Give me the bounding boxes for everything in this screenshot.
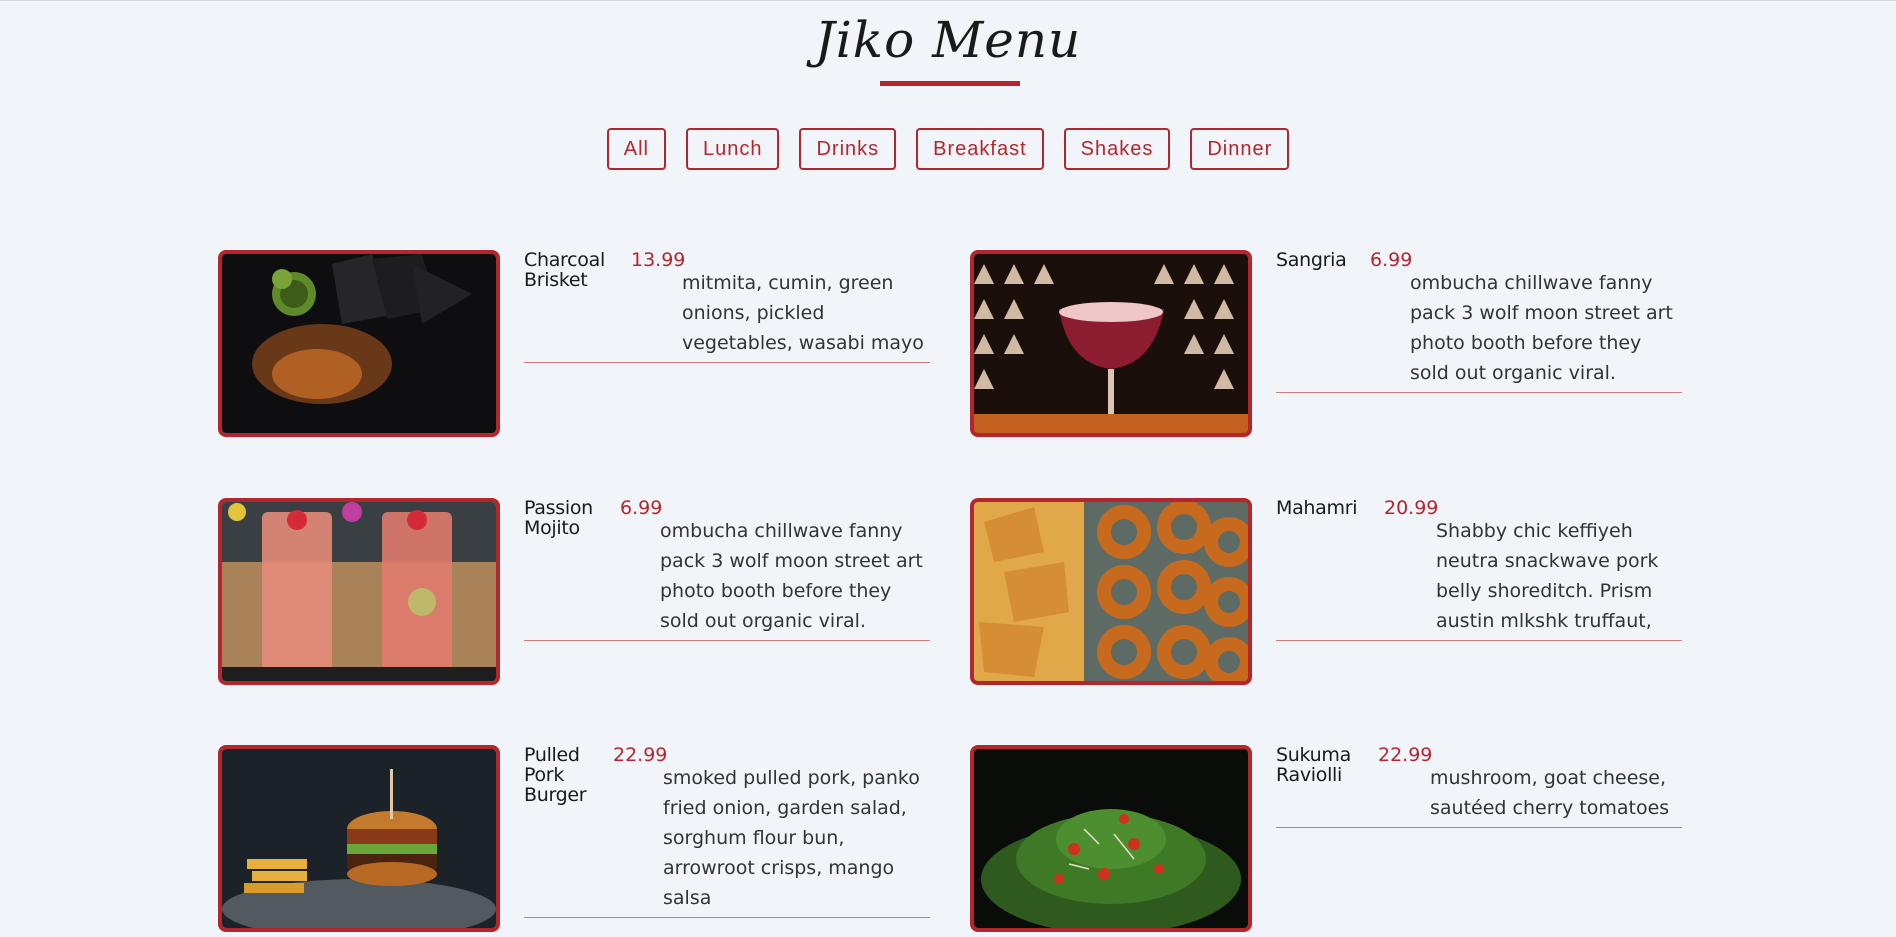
item-price: 22.99 (1378, 744, 1433, 766)
pulled-pork-burger-photo (218, 745, 500, 932)
item-description: mushroom, goat cheese, sautéed cherry to… (1430, 767, 1670, 819)
item-name: Pulled Pork Burger (524, 744, 587, 806)
item-price: 13.99 (631, 249, 686, 271)
filter-all-button[interactable]: All (606, 128, 666, 170)
item-description: ombucha chillwave fanny pack 3 wolf moon… (660, 520, 923, 632)
page-title: Jiko Menu (814, 11, 1082, 69)
filter-breakfast-button[interactable]: Breakfast (916, 128, 1044, 170)
item-info: Charcoal Brisket 13.99 mitmita, cumin, g… (524, 250, 930, 363)
menu-item: Sukuma Raviolli 22.99 mushroom, goat che… (970, 745, 1700, 935)
filter-drinks-button[interactable]: Drinks (799, 128, 897, 170)
item-price: 20.99 (1384, 497, 1439, 519)
item-info: Sangria 6.99 ombucha chillwave fanny pac… (1276, 250, 1682, 393)
menu-item: Passion Mojito 6.99 ombucha chillwave fa… (218, 498, 948, 688)
filter-dinner-button[interactable]: Dinner (1190, 128, 1290, 170)
item-description: Shabby chic keffiyeh neutra snackwave po… (1436, 520, 1659, 632)
charcoal-brisket-photo (218, 250, 500, 437)
sangria-photo (970, 250, 1252, 437)
filter-shakes-button[interactable]: Shakes (1063, 128, 1171, 170)
item-price: 6.99 (620, 497, 663, 519)
category-filters: All Lunch Drinks Breakfast Shakes Dinner (0, 128, 1896, 170)
item-name: Charcoal Brisket (524, 249, 605, 291)
item-info: Mahamri 20.99 Shabby chic keffiyeh neutr… (1276, 498, 1682, 641)
item-description: mitmita, cumin, green onions, pickled ve… (682, 272, 924, 354)
sukuma-raviolli-photo (970, 745, 1252, 932)
item-description: ombucha chillwave fanny pack 3 wolf moon… (1410, 272, 1673, 384)
item-name: Sangria (1276, 249, 1347, 271)
item-name: Sukuma Raviolli (1276, 744, 1351, 786)
filter-lunch-button[interactable]: Lunch (685, 128, 780, 170)
menu-item: Pulled Pork Burger 22.99 smoked pulled p… (218, 745, 948, 935)
item-price: 22.99 (613, 744, 668, 766)
item-info: Sukuma Raviolli 22.99 mushroom, goat che… (1276, 745, 1682, 828)
menu-item: Mahamri 20.99 Shabby chic keffiyeh neutr… (970, 498, 1700, 688)
title-underline (880, 81, 1020, 86)
item-name: Passion Mojito (524, 497, 593, 539)
menu-item: Charcoal Brisket 13.99 mitmita, cumin, g… (218, 250, 948, 440)
menu-item: Sangria 6.99 ombucha chillwave fanny pac… (970, 250, 1700, 440)
mahamri-photo (970, 498, 1252, 685)
item-description: smoked pulled pork, panko fried onion, g… (663, 767, 920, 909)
item-name: Mahamri (1276, 497, 1358, 519)
item-info: Passion Mojito 6.99 ombucha chillwave fa… (524, 498, 930, 641)
passion-mojito-photo (218, 498, 500, 685)
item-info: Pulled Pork Burger 22.99 smoked pulled p… (524, 745, 930, 918)
item-price: 6.99 (1370, 249, 1413, 271)
